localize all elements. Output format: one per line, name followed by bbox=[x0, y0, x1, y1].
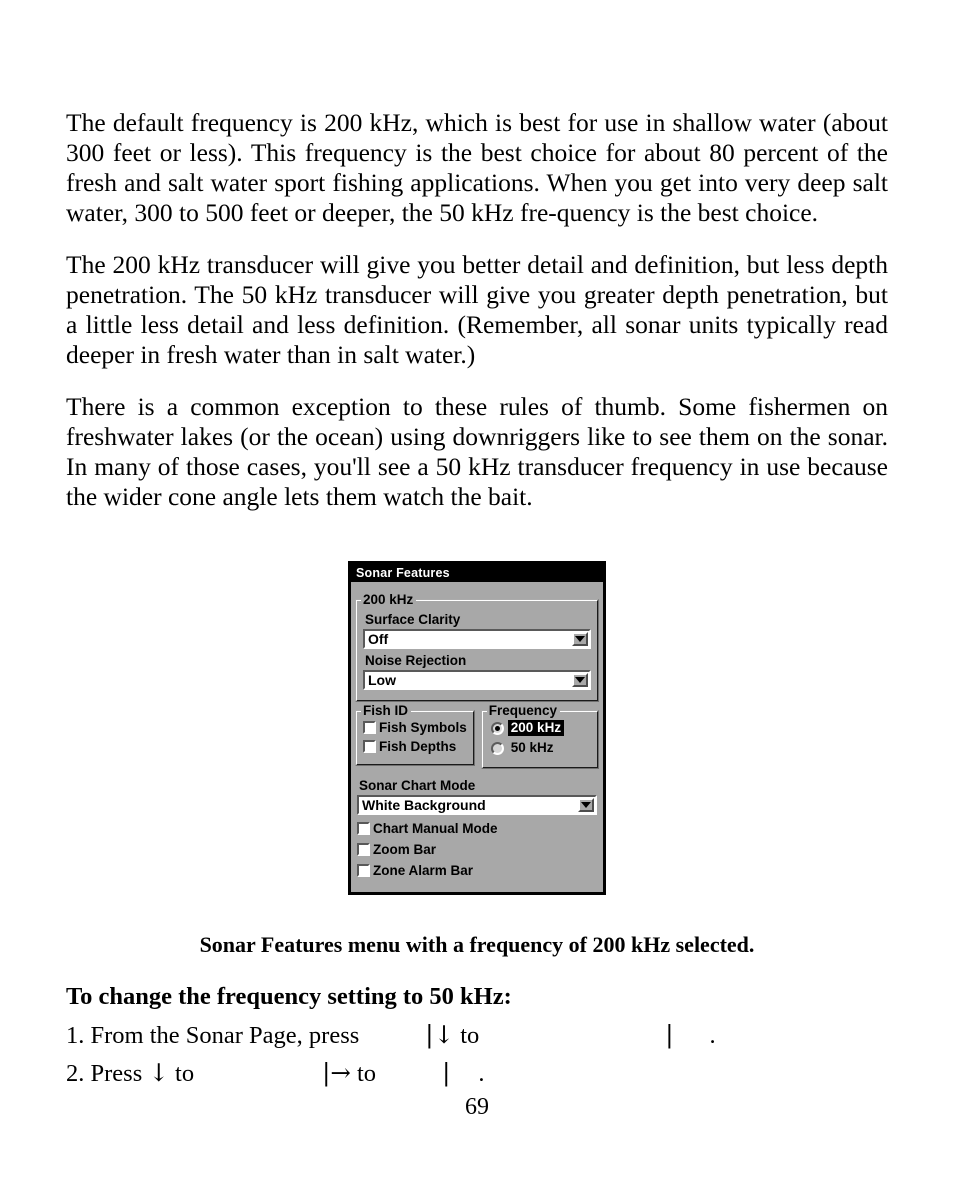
paragraph-1: The default frequency is 200 kHz, which … bbox=[66, 108, 888, 227]
radio-200khz[interactable]: 200 kHz bbox=[490, 720, 591, 736]
group-200khz: 200 kHz Surface Clarity Off Noise Reject… bbox=[355, 592, 599, 702]
chevron-down-icon[interactable] bbox=[572, 632, 588, 646]
surface-clarity-label: Surface Clarity bbox=[365, 612, 461, 627]
noise-rejection-label: Noise Rejection bbox=[365, 653, 467, 668]
step-2-number: 2. bbox=[66, 1060, 85, 1087]
checkbox-zone-alarm-bar[interactable]: Zone Alarm Bar bbox=[357, 863, 597, 878]
step-2-period: . bbox=[478, 1060, 485, 1087]
steps-section: To change the frequency setting to 50 kH… bbox=[66, 982, 896, 1092]
dialog-titlebar: Sonar Features bbox=[351, 564, 603, 582]
step-2-pipe-2: | bbox=[442, 1058, 451, 1087]
group-fish-id: Fish ID Fish Symbols Fish Depths bbox=[355, 703, 475, 766]
checkbox-chart-manual-mode-label: Chart Manual Mode bbox=[373, 821, 498, 836]
figure-sonar-features: Sonar Features 200 kHz Surface Clarity O… bbox=[0, 561, 954, 895]
group-frequency-legend: Frequency bbox=[486, 703, 561, 718]
step-2-text-a: Press bbox=[90, 1060, 143, 1087]
frequency-column: Frequency 200 kHz 50 kHz bbox=[480, 703, 599, 769]
noise-rejection-value: Low bbox=[368, 672, 396, 688]
step-2-text-b: to bbox=[175, 1060, 195, 1087]
step-item-1: 1. From the Sonar Page, press |↓ to |. bbox=[66, 1016, 896, 1054]
group-frequency: Frequency 200 kHz 50 kHz bbox=[480, 703, 599, 769]
checkbox-icon[interactable] bbox=[357, 843, 370, 856]
steps-heading: To change the frequency setting to 50 kH… bbox=[66, 983, 512, 1010]
checkbox-fish-depths-label: Fish Depths bbox=[379, 739, 457, 754]
step-1-text-a: From the Sonar Page, press bbox=[90, 1022, 360, 1049]
checkbox-fish-symbols[interactable]: Fish Symbols bbox=[363, 720, 467, 735]
body-text-column: The default frequency is 200 kHz, which … bbox=[66, 108, 888, 512]
checkbox-fish-depths[interactable]: Fish Depths bbox=[363, 739, 467, 754]
step-1-pipe: | bbox=[425, 1020, 434, 1049]
step-1-period: . bbox=[709, 1022, 716, 1049]
surface-clarity-value: Off bbox=[368, 631, 389, 647]
bottom-options-list: Chart Manual Mode Zoom Bar Zone Alarm Ba… bbox=[357, 821, 597, 878]
radio-50khz-label: 50 kHz bbox=[510, 740, 554, 755]
figure-caption: Sonar Features menu with a frequency of … bbox=[199, 932, 755, 957]
fishid-frequency-row: Fish ID Fish Symbols Fish Depths Frequen… bbox=[355, 703, 599, 769]
down-arrow-icon: ↓ bbox=[148, 1058, 169, 1087]
checkbox-icon[interactable] bbox=[363, 721, 376, 734]
checkbox-zoom-bar-label: Zoom Bar bbox=[373, 842, 437, 857]
radio-50khz[interactable]: 50 kHz bbox=[490, 740, 591, 756]
paragraph-3: There is a common exception to these rul… bbox=[66, 392, 888, 511]
checkbox-zone-alarm-bar-label: Zone Alarm Bar bbox=[373, 863, 474, 878]
fish-id-column: Fish ID Fish Symbols Fish Depths bbox=[355, 703, 475, 769]
chevron-down-icon[interactable] bbox=[578, 798, 594, 812]
sonar-chart-mode-dropdown[interactable]: White Background bbox=[357, 795, 597, 815]
down-arrow-icon: ↓ bbox=[433, 1020, 455, 1049]
checkbox-chart-manual-mode[interactable]: Chart Manual Mode bbox=[357, 821, 597, 836]
checkbox-icon[interactable] bbox=[357, 864, 370, 877]
paragraph-2: The 200 kHz transducer will give you bet… bbox=[66, 250, 888, 369]
sonar-chart-mode-label: Sonar Chart Mode bbox=[359, 778, 476, 793]
group-fish-id-legend: Fish ID bbox=[361, 703, 412, 718]
sonar-features-dialog: Sonar Features 200 kHz Surface Clarity O… bbox=[348, 561, 606, 895]
noise-rejection-dropdown[interactable]: Low bbox=[363, 670, 591, 690]
chevron-down-icon[interactable] bbox=[572, 673, 588, 687]
checkbox-fish-symbols-label: Fish Symbols bbox=[379, 720, 467, 735]
page-number: 69 bbox=[465, 1094, 489, 1120]
dialog-body: 200 kHz Surface Clarity Off Noise Reject… bbox=[351, 586, 603, 892]
sonar-chart-mode-block: Sonar Chart Mode White Background bbox=[357, 777, 597, 815]
step-2-text-c: to bbox=[357, 1060, 377, 1087]
step-1-pipe-2: | bbox=[665, 1020, 674, 1049]
radio-selected-icon[interactable] bbox=[490, 721, 504, 735]
surface-clarity-dropdown[interactable]: Off bbox=[363, 629, 591, 649]
checkbox-icon[interactable] bbox=[357, 822, 370, 835]
step-item-2: 2. Press ↓ to |→ to |. bbox=[66, 1054, 896, 1092]
sonar-chart-mode-value: White Background bbox=[362, 797, 486, 813]
group-200khz-legend: 200 kHz bbox=[361, 592, 417, 607]
step-1-number: 1. bbox=[66, 1022, 85, 1049]
radio-200khz-label: 200 kHz bbox=[507, 720, 565, 736]
right-arrow-icon: → bbox=[330, 1058, 351, 1087]
radio-unselected-icon[interactable] bbox=[490, 741, 504, 755]
checkbox-zoom-bar[interactable]: Zoom Bar bbox=[357, 842, 597, 857]
manual-page: The default frequency is 200 kHz, which … bbox=[0, 0, 954, 1199]
checkbox-icon[interactable] bbox=[363, 740, 376, 753]
step-1-text-b: to bbox=[460, 1022, 480, 1049]
